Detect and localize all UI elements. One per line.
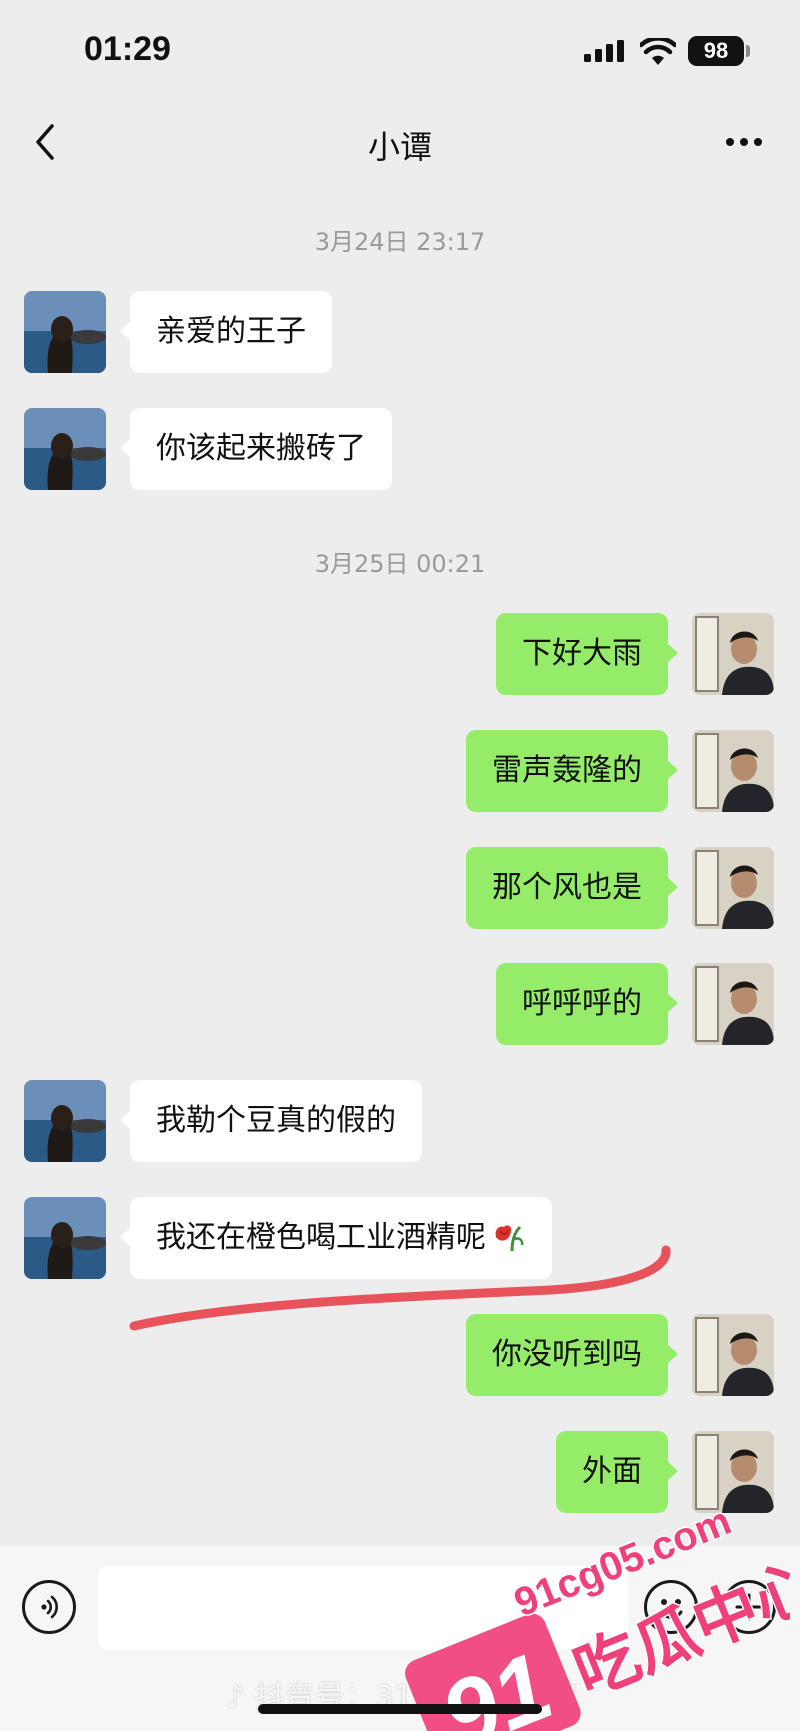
user-avatar[interactable] bbox=[692, 847, 774, 929]
message-bubble[interactable]: 呼呼呼的 bbox=[496, 963, 678, 1045]
douyin-logo-icon: ♪ bbox=[226, 1680, 246, 1715]
site-logo-watermark: 91 吃瓜中心 91cg05.com bbox=[405, 1497, 790, 1731]
message-bubble[interactable]: 雷声轰隆的 bbox=[466, 730, 678, 812]
contact-avatar[interactable] bbox=[24, 1197, 106, 1279]
message-bubble[interactable]: 你该起来搬砖了 bbox=[120, 408, 392, 490]
battery-tip bbox=[746, 45, 750, 57]
contact-avatar[interactable] bbox=[24, 291, 106, 373]
time-stamp: 3月25日 00:21 bbox=[314, 550, 486, 578]
message-bubble[interactable]: 亲爱的王子 bbox=[120, 291, 332, 373]
status-bar: 01:29 98 bbox=[0, 0, 800, 100]
battery-indicator: 98 bbox=[688, 36, 744, 66]
user-avatar[interactable] bbox=[692, 1314, 774, 1396]
chat-title: 小谭 bbox=[367, 128, 432, 166]
home-indicator bbox=[258, 1704, 542, 1714]
signal-icon bbox=[584, 40, 624, 62]
message-bubble[interactable]: 下好大雨 bbox=[496, 613, 678, 695]
message-bubble[interactable]: 我勒个豆真的假的 bbox=[120, 1080, 422, 1162]
nav-bar: 小谭 bbox=[0, 100, 800, 186]
user-avatar[interactable] bbox=[692, 963, 774, 1045]
contact-avatar[interactable] bbox=[24, 1080, 106, 1162]
user-avatar[interactable] bbox=[692, 613, 774, 695]
user-avatar[interactable] bbox=[692, 730, 774, 812]
battery-level: 98 bbox=[703, 38, 729, 63]
voice-input-button[interactable] bbox=[22, 1580, 76, 1634]
time-stamp: 3月24日 23:17 bbox=[314, 228, 486, 256]
wifi-icon bbox=[640, 38, 676, 65]
message-bubble[interactable]: 那个风也是 bbox=[466, 847, 678, 929]
more-icon[interactable] bbox=[724, 130, 764, 154]
message-bubble[interactable]: 你没听到吗 bbox=[466, 1314, 678, 1396]
contact-avatar[interactable] bbox=[24, 408, 106, 490]
voice-icon bbox=[41, 1595, 58, 1619]
status-time: 01:29 bbox=[84, 30, 171, 68]
